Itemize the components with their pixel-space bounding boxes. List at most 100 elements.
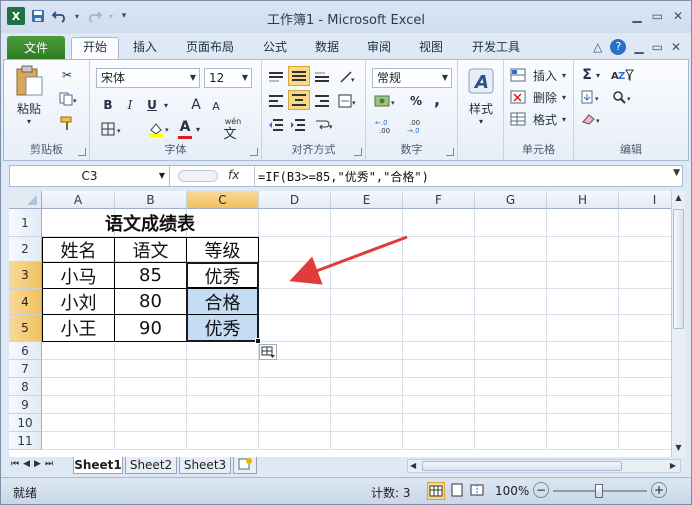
row-header-7[interactable]: 7 [9,360,42,378]
italic-button[interactable]: I [122,96,138,114]
grid-cell[interactable] [475,360,547,378]
select-all-corner[interactable] [9,191,42,209]
grid-cell[interactable] [475,432,547,450]
grid-cell[interactable] [475,237,547,262]
grid-cell[interactable] [475,396,547,414]
tab-review[interactable]: 审阅 [359,38,399,60]
vertical-scrollbar[interactable]: ▲ ▼ [671,191,685,457]
formula-input[interactable]: =IF(B3>=85,"优秀","合格") [258,168,429,185]
normal-view-icon[interactable] [427,482,445,500]
grid-cell[interactable] [331,414,403,432]
sheet-tab-1[interactable]: Sheet1 [73,457,123,474]
header-score[interactable]: 语文 [114,237,187,263]
grid-cell[interactable] [187,432,259,450]
doc-restore-icon[interactable]: ▭ [652,40,663,54]
help-icon[interactable]: ? [610,39,627,55]
page-break-view-icon[interactable] [469,482,487,500]
grid-cell[interactable] [619,262,671,289]
paste-button[interactable]: 粘贴 [10,100,48,116]
format-cells-button[interactable]: 格式 [528,110,562,128]
grid-cell[interactable] [259,414,331,432]
cell-b3-score[interactable]: 85 [114,262,187,289]
tab-insert[interactable]: 插入 [125,38,165,60]
grid-cell[interactable] [475,378,547,396]
formula-bar-resize-handle[interactable] [178,170,218,182]
grid-cell[interactable] [475,209,547,237]
align-bottom-icon[interactable] [312,68,332,86]
autosum-dropdown-icon[interactable]: ▾ [594,66,602,84]
grid-cell[interactable] [259,432,331,450]
sheet-tab-3[interactable]: Sheet3 [179,457,231,474]
grid-cell[interactable] [403,432,475,450]
bold-button[interactable]: B [100,96,116,114]
insert-cells-icon[interactable] [508,66,528,84]
cell-a5-name[interactable]: 小王 [42,314,115,342]
column-header-a[interactable]: A [42,191,115,209]
grid-cell[interactable] [187,360,259,378]
grid-cell[interactable] [403,262,475,289]
grid-cell[interactable] [42,432,115,450]
grid-cell[interactable] [331,289,403,315]
merge-center-icon[interactable]: ▾ [336,92,360,110]
grid-cell[interactable] [259,360,331,378]
format-cells-icon[interactable] [508,110,528,128]
grid-cell[interactable] [619,378,671,396]
autosum-button[interactable]: Σ [580,66,594,84]
grid-cell[interactable] [547,360,619,378]
grid-cell[interactable] [547,289,619,315]
grid-cell[interactable] [259,315,331,342]
grid-cell[interactable] [187,414,259,432]
expand-formula-bar-icon[interactable]: ▼ [673,168,680,178]
row-header-3[interactable]: 3 [9,262,42,289]
fill-icon[interactable]: ▾ [580,88,604,106]
sort-filter-icon[interactable]: AZ [610,66,636,84]
grid-cell[interactable] [331,396,403,414]
tab-view[interactable]: 视图 [411,38,451,60]
grid-cell[interactable] [187,342,259,360]
row-header-6[interactable]: 6 [9,342,42,360]
scroll-left-icon[interactable]: ◀ [410,461,416,470]
grid-cell[interactable] [475,289,547,315]
format-dropdown-icon[interactable]: ▾ [560,110,568,128]
delete-dropdown-icon[interactable]: ▾ [560,88,568,106]
cell-c5-grade[interactable]: 优秀 [186,314,259,342]
grid-cell[interactable] [547,378,619,396]
column-header-f[interactable]: F [403,191,475,209]
grid-cell[interactable] [547,315,619,342]
column-header-i[interactable]: I [619,191,671,209]
tab-data[interactable]: 数据 [307,38,347,60]
font-color-dropdown-icon[interactable]: ▾ [194,122,202,136]
grid-cell[interactable] [259,289,331,315]
font-name-dropdown[interactable]: 宋体 ▼ [96,68,200,88]
grid-cell[interactable] [403,237,475,262]
grid-cell[interactable] [115,414,187,432]
auto-fill-options-icon[interactable] [259,344,277,360]
row-header-8[interactable]: 8 [9,378,42,396]
cell-b5-score[interactable]: 90 [114,314,187,342]
grid-cell[interactable] [115,342,187,360]
paste-dropdown-icon[interactable]: ▾ [24,116,34,126]
vertical-scroll-thumb[interactable] [673,209,684,329]
worksheet-grid[interactable]: ABCDEFGHI 1 2 3 4 5 6 7 8 9 10 11 语文成绩表 姓名 语文 等级 小… [9,191,671,457]
tab-developer[interactable]: 开发工具 [465,38,527,60]
horizontal-scroll-thumb[interactable] [422,461,622,471]
close-icon[interactable]: ✕ [673,9,683,23]
paste-icon[interactable] [12,64,46,98]
row-header-2[interactable]: 2 [9,237,42,262]
tab-formulas[interactable]: 公式 [255,38,295,60]
row-header-10[interactable]: 10 [9,414,42,432]
grow-font-button[interactable]: A [188,96,204,114]
header-grade[interactable]: 等级 [186,237,259,263]
align-right-icon[interactable] [312,92,332,110]
grid-cell[interactable] [187,378,259,396]
sheet-nav-icon[interactable]: ⏮◀▶⏭ [11,459,57,469]
grid-cell[interactable] [42,396,115,414]
grid-cell[interactable] [403,360,475,378]
grid-cell[interactable] [547,209,619,237]
grid-cell[interactable] [619,396,671,414]
grid-cell[interactable] [331,342,403,360]
decrease-decimal-icon[interactable]: .00 →.0 [406,116,432,136]
accounting-format-icon[interactable]: ▾ [372,92,400,110]
align-top-icon[interactable] [266,68,286,86]
grid-cell[interactable] [42,342,115,360]
